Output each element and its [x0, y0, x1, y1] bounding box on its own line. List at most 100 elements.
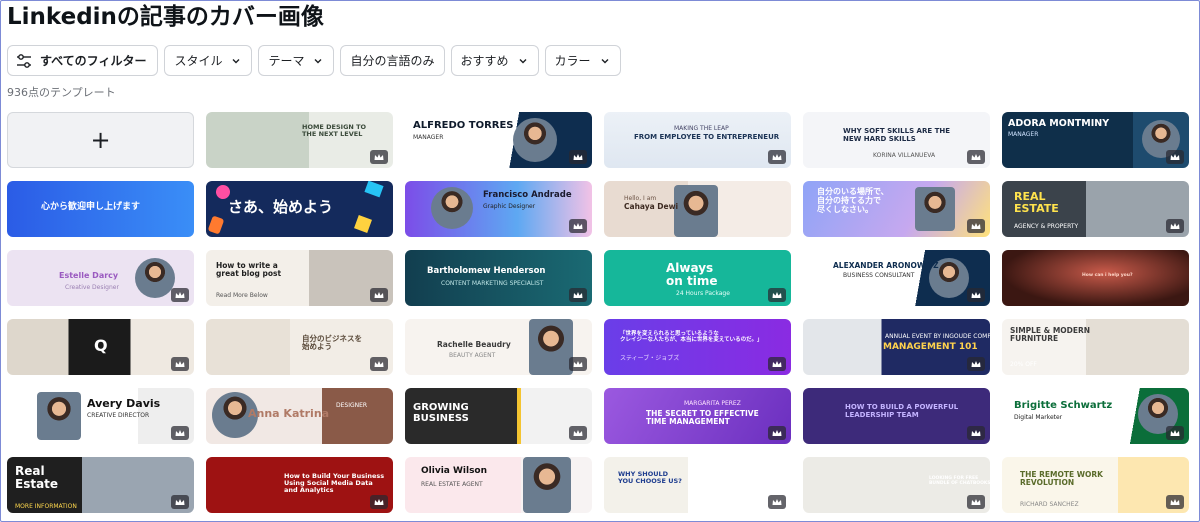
template-card[interactable]: Francisco Andrade Graphic Designer	[405, 181, 592, 237]
template-card[interactable]: SIMPLE & MODERN FURNITURE 20% OFF	[1002, 319, 1189, 375]
template-card[interactable]: 「世界を変えられると思っているような クレイジーな人たちが、本当に世界を変えてい…	[604, 319, 791, 375]
crown-icon	[967, 288, 985, 302]
template-subtitle: CONTENT MARKETING SPECIALIST	[441, 280, 544, 287]
template-subtitle: REAL ESTATE AGENT	[421, 481, 483, 488]
template-card[interactable]: HOME DESIGN TO THE NEXT LEVEL	[206, 112, 393, 168]
style-filter-label: スタイル	[174, 54, 223, 68]
crown-icon	[171, 357, 189, 371]
template-card[interactable]: 心から歓迎申し上げます	[7, 181, 194, 237]
template-subtitle: KORINA VILLANUEVA	[873, 152, 936, 159]
template-card[interactable]: GROWING BUSINESS	[405, 388, 592, 444]
template-card[interactable]: THE REMOTE WORK REVOLUTION RICHARD SANCHE…	[1002, 457, 1189, 513]
template-card[interactable]: さあ、始めよう	[206, 181, 393, 237]
template-subtitle: BEAUTY AGENT	[449, 352, 496, 359]
template-subtitle: Hello, I am	[624, 195, 657, 202]
template-card[interactable]: WHY SOFT SKILLS ARE THE NEW HARD SKILLS K…	[803, 112, 990, 168]
template-card[interactable]: HOW TO BUILD A POWERFUL LEADERSHIP TEAM	[803, 388, 990, 444]
template-card[interactable]: REAL ESTATE AGENCY & PROPERTY	[1002, 181, 1189, 237]
recommended-filter[interactable]: おすすめ	[450, 45, 539, 76]
template-title: ALEXANDER ARONOWITZ	[833, 261, 939, 270]
crown-icon	[370, 357, 388, 371]
crown-icon	[768, 495, 786, 509]
template-title: Always on time	[666, 261, 718, 289]
template-card[interactable]: Always on time 24 Hours Package	[604, 250, 791, 306]
crown-icon	[967, 495, 985, 509]
template-card[interactable]: How to Build Your Business Using Social …	[206, 457, 393, 513]
template-card[interactable]: Estelle Darcy Creative Designer	[7, 250, 194, 306]
crown-icon	[370, 495, 388, 509]
template-card[interactable]: Olivia Wilson REAL ESTATE AGENT	[405, 457, 592, 513]
crown-icon	[171, 426, 189, 440]
color-filter[interactable]: カラー	[544, 45, 621, 76]
template-title: HOW TO BUILD A POWERFUL LEADERSHIP TEAM	[845, 403, 959, 419]
template-card[interactable]: FROM EMPLOYEE TO ENTREPRENEUR MAKING THE …	[604, 112, 791, 168]
template-card[interactable]: Real Estate MORE INFORMATION	[7, 457, 194, 513]
template-card[interactable]: 自分のビジネスを 始めよう	[206, 319, 393, 375]
template-subtitle: Read More Below	[216, 292, 268, 299]
template-portrait	[513, 118, 557, 162]
crown-icon	[1166, 495, 1184, 509]
template-card[interactable]: Cahaya Dewi Hello, I am	[604, 181, 791, 237]
template-title: SIMPLE & MODERN FURNITURE	[1010, 326, 1091, 344]
template-subtitle: ANNUAL EVENT BY INGOUDE COMPANY	[885, 333, 990, 340]
template-card[interactable]: ALFREDO TORRES MANAGER	[405, 112, 592, 168]
all-filters-button[interactable]: すべてのフィルター	[7, 45, 159, 76]
template-title: WHY SOFT SKILLS ARE THE NEW HARD SKILLS	[843, 127, 950, 143]
template-card[interactable]: MANAGEMENT 101 ANNUAL EVENT BY INGOUDE CO…	[803, 319, 990, 375]
template-portrait	[431, 187, 473, 229]
create-blank-card[interactable]: +	[7, 112, 194, 168]
template-card[interactable]: WHY SHOULD YOU CHOOSE US?	[604, 457, 791, 513]
template-subtitle: Creative Designer	[65, 284, 119, 291]
crown-icon	[171, 288, 189, 302]
crown-icon	[768, 150, 786, 164]
color-filter-label: カラー	[554, 54, 591, 68]
template-title: THE SECRET TO EFFECTIVE TIME MANAGEMENT	[646, 409, 759, 427]
template-card[interactable]: ALEXANDER ARONOWITZ BUSINESS CONSULTANT	[803, 250, 990, 306]
recommended-filter-label: おすすめ	[460, 54, 509, 68]
template-title: THE REMOTE WORK REVOLUTION	[1020, 470, 1103, 488]
template-title: Estelle Darcy	[59, 271, 119, 280]
template-card[interactable]: Q	[7, 319, 194, 375]
own-language-toggle[interactable]: 自分の言語のみ	[340, 45, 445, 76]
template-title: Real Estate	[15, 464, 59, 492]
template-card[interactable]: Avery Davis CREATIVE DIRECTOR	[7, 388, 194, 444]
template-title: ADORA MONTMINY	[1008, 118, 1110, 129]
style-filter[interactable]: スタイル	[164, 45, 253, 76]
template-count: 936点のテンプレート	[7, 86, 116, 99]
template-title: Cahaya Dewi	[624, 202, 679, 211]
template-card[interactable]: LOOKING FOR FREE BUNDLE OF CHATBOOKS	[803, 457, 990, 513]
template-title: Avery Davis	[87, 397, 161, 410]
template-title: 心から歓迎申し上げます	[41, 202, 141, 212]
template-card[interactable]: ADORA MONTMINY MANAGER	[1002, 112, 1189, 168]
template-title: Anna Katrina	[248, 407, 330, 420]
template-portrait	[529, 319, 573, 375]
template-subtitle: RICHARD SANCHEZ	[1020, 501, 1079, 508]
template-card[interactable]: How to write a great blog post Read More …	[206, 250, 393, 306]
crown-icon	[569, 219, 587, 233]
template-title: HOME DESIGN TO THE NEXT LEVEL	[302, 123, 367, 139]
template-subtitle: BUSINESS CONSULTANT	[843, 272, 915, 279]
filter-bar: すべてのフィルター スタイル テーマ 自分の言語のみ おすすめ カラー	[7, 45, 621, 76]
theme-filter-label: テーマ	[268, 54, 305, 68]
template-card[interactable]: Rachelle Beaudry BEAUTY AGENT	[405, 319, 592, 375]
template-title: GROWING BUSINESS	[413, 402, 469, 424]
template-card[interactable]: Brigitte Schwartz Digital Marketer	[1002, 388, 1189, 444]
template-card[interactable]: How can i help you?	[1002, 250, 1189, 306]
crown-icon	[967, 357, 985, 371]
crown-icon	[768, 426, 786, 440]
chevron-down-icon	[232, 58, 240, 63]
template-card[interactable]: Bartholomew Henderson CONTENT MARKETING S…	[405, 250, 592, 306]
template-card[interactable]: 自分のいる場所で、 自分の持てる力で 尽くしなさい。	[803, 181, 990, 237]
template-subtitle: MARGARITA PEREZ	[684, 400, 741, 407]
template-card[interactable]: Anna Katrina DESIGNER	[206, 388, 393, 444]
template-subtitle: AGENCY & PROPERTY	[1014, 223, 1079, 230]
theme-filter[interactable]: テーマ	[258, 45, 335, 76]
crown-icon	[768, 288, 786, 302]
template-subtitle: Digital Marketer	[1014, 414, 1063, 421]
decor-shape	[207, 215, 225, 235]
crown-icon	[967, 150, 985, 164]
crown-icon	[171, 495, 189, 509]
own-language-label: 自分の言語のみ	[350, 54, 435, 68]
template-card[interactable]: THE SECRET TO EFFECTIVE TIME MANAGEMENT M…	[604, 388, 791, 444]
template-title: LOOKING FOR FREE BUNDLE OF CHATBOOKS	[929, 476, 990, 486]
